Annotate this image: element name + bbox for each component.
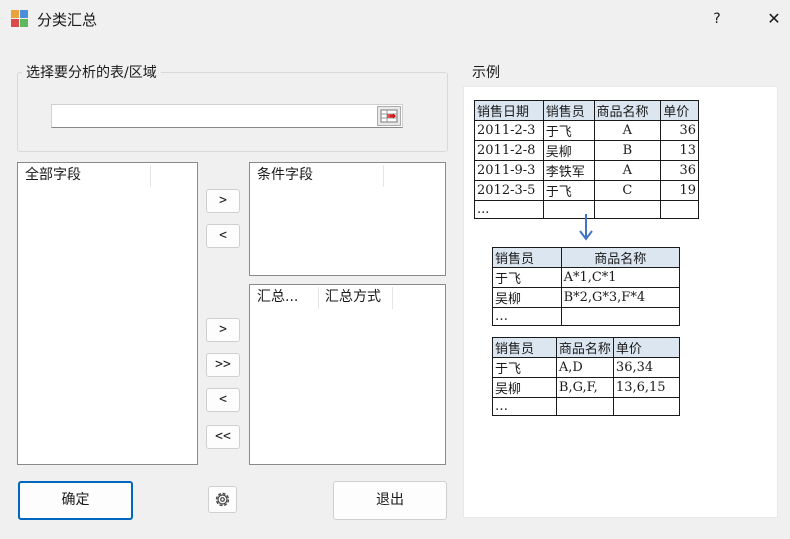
table-cell (660, 200, 699, 219)
range-input[interactable] (51, 104, 403, 128)
table-cell: 36 (660, 160, 699, 181)
window-title: 分类汇总 (37, 11, 98, 29)
table-cell: 吴柳 (492, 287, 562, 308)
table-header: 销售员 (492, 247, 562, 268)
table-cell: … (492, 397, 557, 416)
condition-fields-list[interactable]: 条件字段 (249, 162, 446, 276)
table-cell: 吴柳 (542, 140, 595, 161)
table-cell: C (593, 180, 662, 201)
table-cell: B,G,F, (555, 377, 614, 398)
table-header: 单价 (660, 100, 699, 121)
table-cell: 于飞 (492, 267, 562, 288)
settings-button[interactable] (208, 486, 237, 513)
table-header: 销售员 (542, 100, 595, 121)
table-cell: B (593, 140, 662, 161)
table-cell: 2012-3-5 (474, 180, 544, 201)
table-cell: 2011-2-8 (474, 140, 544, 161)
table-cell: 13 (660, 140, 699, 161)
table-cell: A (593, 160, 662, 181)
table-cell: A,D (555, 357, 614, 378)
table-cell: 13,6,15 (612, 377, 681, 398)
table-cell: A (593, 120, 662, 141)
help-button[interactable]: ? (702, 6, 732, 32)
table-cell (555, 397, 614, 416)
example-label: 示例 (468, 62, 504, 82)
table-cell: 吴柳 (492, 377, 557, 398)
remove-summary-button[interactable]: < (206, 388, 240, 412)
example-result-table-2: 销售员 商品名称 单价 于飞 A,D 36,34 吴柳 B,G,F, 13,6,… (492, 337, 681, 416)
example-source-table: 销售日期 销售员 商品名称 单价 2011-2-3 于飞 A 36 2011-2… (474, 100, 699, 219)
table-cell (560, 307, 681, 326)
table-cell: 于飞 (492, 357, 557, 378)
summary-field-header[interactable]: 汇总... (250, 285, 318, 309)
table-cell: 2011-2-3 (474, 120, 544, 141)
title-bar: 分类汇总 ? ✕ (0, 0, 790, 38)
table-cell (593, 200, 662, 219)
table-header: 商品名称 (555, 337, 614, 358)
table-cell: 于飞 (542, 120, 595, 141)
all-fields-list[interactable]: 全部字段 (17, 162, 198, 465)
all-fields-header[interactable]: 全部字段 (18, 163, 150, 187)
gear-icon (215, 492, 230, 507)
table-header: 销售员 (492, 337, 557, 358)
table-cell: 36 (660, 120, 699, 141)
table-header: 单价 (612, 337, 681, 358)
example-result-table-1: 销售员 商品名称 于飞 A*1,C*1 吴柳 B*2,G*3,F*4 … (492, 247, 681, 326)
add-all-summary-button[interactable]: >> (206, 353, 240, 377)
table-cell: A*1,C*1 (560, 267, 681, 288)
down-arrow-icon (579, 214, 593, 241)
table-cell: 李铁军 (542, 160, 595, 181)
column-divider (392, 287, 393, 309)
close-button[interactable]: ✕ (760, 6, 788, 32)
app-icon (11, 10, 29, 28)
remove-condition-button[interactable]: < (206, 224, 240, 248)
table-header: 商品名称 (560, 247, 681, 268)
column-divider (150, 165, 151, 187)
condition-fields-header[interactable]: 条件字段 (250, 163, 383, 187)
table-header: 商品名称 (593, 100, 662, 121)
source-range-label: 选择要分析的表/区域 (22, 62, 161, 82)
table-cell: 19 (660, 180, 699, 201)
table-header: 销售日期 (474, 100, 544, 121)
table-cell (612, 397, 681, 416)
table-cell: ... (474, 200, 544, 219)
range-select-icon (380, 109, 398, 123)
table-cell: … (492, 307, 562, 326)
column-divider (383, 165, 384, 187)
range-picker-button[interactable] (377, 106, 401, 126)
add-summary-button[interactable]: > (206, 318, 240, 342)
table-cell: 36,34 (612, 357, 681, 378)
add-condition-button[interactable]: > (206, 189, 240, 213)
summary-fields-list[interactable]: 汇总... 汇总方式 (249, 284, 446, 465)
ok-button[interactable]: 确定 (18, 481, 133, 520)
table-cell: 于飞 (542, 180, 595, 201)
remove-all-summary-button[interactable]: << (206, 425, 240, 449)
table-cell: 2011-9-3 (474, 160, 544, 181)
table-cell: B*2,G*3,F*4 (560, 287, 681, 308)
exit-button[interactable]: 退出 (333, 481, 447, 520)
summary-method-header[interactable]: 汇总方式 (318, 285, 392, 309)
